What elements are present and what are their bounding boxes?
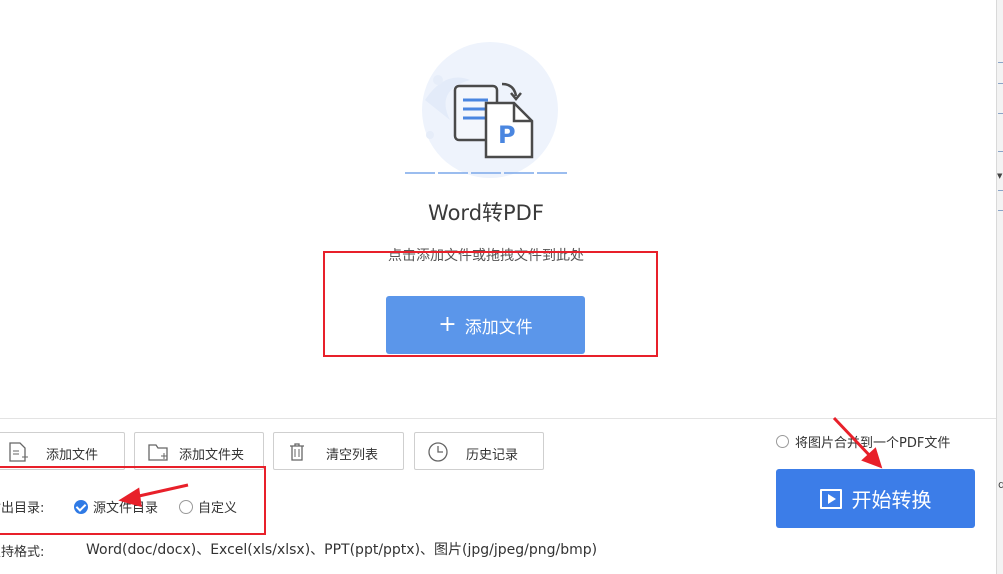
radio-source-dir[interactable]: 源文件目录 [74,497,158,516]
merge-images-label: 将图片合并到一个PDF文件 [795,436,951,451]
start-convert-label: 开始转换 [851,488,932,512]
history-button[interactable]: 历史记录 [414,432,544,470]
add-file-tool-label: 添加文件 [46,448,99,463]
add-folder-icon [148,444,168,461]
chevron-down-icon[interactable]: ▼ [997,172,1002,180]
radio-circle-icon [776,435,789,448]
clear-list-button[interactable]: 清空列表 [273,432,404,470]
start-convert-button[interactable]: 开始转换 [776,469,975,528]
radio-custom-dir-label: 自定义 [198,501,238,516]
radio-source-dir-label: 源文件目录 [93,501,159,516]
radio-custom-dir[interactable]: 自定义 [179,497,237,516]
edge-fragment: ɑ [998,478,1003,491]
output-dir-label: 输出目录: [0,501,45,516]
drop-hint: 点击添加文件或拖拽文件到此处 [388,248,584,264]
formats-value: Word(doc/docx)、Excel(xls/xlsx)、PPT(ppt/p… [86,542,598,558]
add-file-tool-button[interactable]: 添加文件 [0,432,125,470]
page-title: Word转PDF [428,201,544,225]
plus-icon: + [438,312,457,337]
merge-images-checkbox[interactable]: 将图片合并到一个PDF文件 [776,432,950,451]
add-file-button[interactable]: + 添加文件 [386,296,585,354]
add-folder-label: 添加文件夹 [179,448,245,463]
history-label: 历史记录 [466,448,519,463]
add-file-button-label: 添加文件 [464,317,533,338]
svg-text:P: P [498,121,516,149]
clear-list-label: 清空列表 [326,448,379,463]
formats-label: 支持格式: [0,545,45,560]
word-to-pdf-illustration: P [405,42,570,178]
add-file-icon [9,442,28,462]
clock-icon [428,442,448,462]
trash-icon [290,443,304,461]
play-icon [819,488,842,509]
divider [0,418,996,419]
add-folder-button[interactable]: 添加文件夹 [134,432,264,470]
check-icon [74,499,88,514]
radio-circle-icon [179,499,193,514]
